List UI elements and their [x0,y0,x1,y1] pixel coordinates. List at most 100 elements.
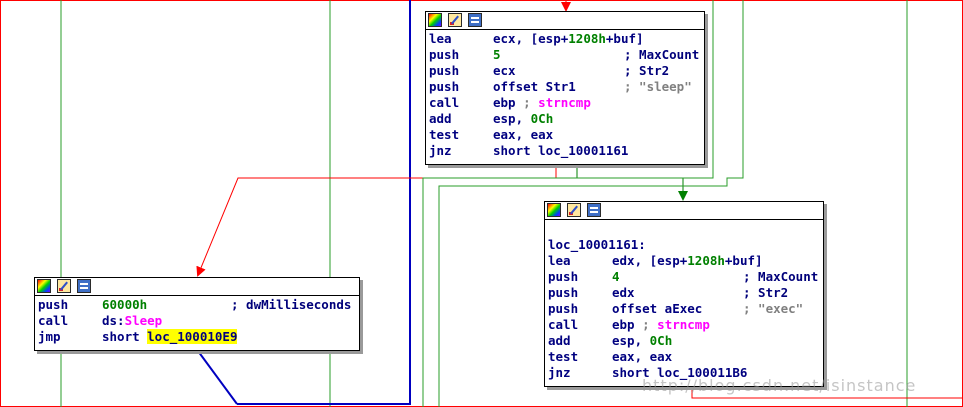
edge-blue-from-sleep [197,350,238,405]
block-code: push 60000h ; dwMilliseconds call ds:Sleep jm… [35,296,359,345]
mnemonic: push [548,285,579,300]
operand-token: short [102,329,148,344]
instruction-line[interactable]: jmp short loc_100010E9 [38,329,359,345]
instruction-line[interactable]: push 60000h ; dwMilliseconds [38,297,359,313]
mnemonic: push [548,301,579,316]
instruction-line[interactable]: test eax, eax [548,349,823,365]
block-compare-sleep[interactable]: lea ecx, [esp+1208h+buf] push 5; MaxCount pu… [425,11,705,165]
operand-token: ebp [612,317,643,332]
code-view-icon[interactable] [468,13,482,27]
operand-token[interactable]: strncmp [657,317,710,332]
operand-token: ds: [102,313,125,328]
operand-token: edx, [esp+ [612,253,688,268]
operand-token: 1208h [568,31,606,46]
operand-token: 0Ch [530,111,554,126]
operand: ecx [493,63,516,79]
instruction-line[interactable]: push offset aExec ; "exec" [548,301,823,317]
operand: 60000h [102,297,147,313]
operand-token: ; [523,95,539,110]
operand: offset Str1 [493,79,576,95]
operand-token: short loc_10001161 [493,143,629,158]
watermark: http://blog.csdn.net/isinstance [642,376,917,395]
mnemonic: push [429,79,460,94]
block-compare-exec[interactable]: loc_10001161: lea edx, [esp+1208h+buf] push… [544,201,824,387]
block-titlebar [545,202,823,220]
operand: esp, 0Ch [612,333,672,349]
instruction-line[interactable]: push offset Str1 ; "sleep" [429,79,704,95]
mnemonic: lea [429,31,452,46]
operand-token: +buf] [724,253,763,268]
block-sleep-call[interactable]: push 60000h ; dwMilliseconds call ds:Sleep jm… [34,277,360,351]
comment: ; dwMilliseconds [231,297,352,312]
edit-icon[interactable] [567,203,581,217]
block-titlebar [35,278,359,296]
mnemonic: call [429,95,460,110]
operand: edx, [esp+1208h+buf] [612,253,763,269]
operand-token[interactable]: strncmp [538,95,591,110]
instruction-line[interactable]: loc_10001161: [548,237,823,253]
mnemonic: push [38,297,69,312]
operand-token: 4 [612,269,620,284]
instruction-line[interactable]: push ecx ; Str2 [429,63,704,79]
operand: 5 [493,47,501,63]
block-titlebar [426,12,704,30]
instruction-line[interactable]: lea ecx, [esp+1208h+buf] [429,31,704,47]
instruction-line[interactable]: push 4 ; MaxCount [548,269,823,285]
operand: short loc_100010E9 [102,329,238,345]
mnemonic: add [548,333,571,348]
operand-token: esp, [493,111,531,126]
mnemonic: push [429,63,460,78]
instruction-line[interactable]: test eax, eax [429,127,704,143]
instruction-line[interactable] [548,221,823,237]
operand-token: 60000h [102,297,148,312]
instruction-line[interactable]: push edx ; Str2 [548,285,823,301]
instruction-line[interactable]: call ebp ; strncmp [429,95,704,111]
comment: ; "sleep" [624,79,692,94]
operand-token: +buf] [605,31,644,46]
mnemonic: test [548,349,579,364]
instruction-line[interactable]: jnz short loc_10001161 [429,143,704,159]
edge-true-to-exec [576,167,688,201]
edit-icon[interactable] [57,279,71,293]
operand: ebp ; strncmp [612,317,710,333]
comment: ; MaxCount [624,47,700,62]
edit-icon[interactable] [448,13,462,27]
edge-false-to-sleep [196,167,557,277]
operand-token: ecx, [esp+ [493,31,569,46]
operand: ebp ; strncmp [493,95,591,111]
operand-token[interactable]: loc_100010E9 [147,329,238,344]
operand-token: edx [612,285,635,300]
instruction-line[interactable]: call ds:Sleep [38,313,359,329]
operand-token[interactable]: Sleep [125,313,163,328]
operand-token: ebp [493,95,524,110]
instruction-line[interactable]: call ebp ; strncmp [548,317,823,333]
code-view-icon[interactable] [77,279,91,293]
operand-token: eax, eax [493,127,554,142]
operand-token: 5 [493,47,501,62]
code-view-icon[interactable] [587,203,601,217]
operand-token: eax, eax [612,349,673,364]
instruction-line[interactable]: add esp, 0Ch [548,333,823,349]
graph-colors-icon[interactable] [37,279,51,293]
operand: esp, 0Ch [493,111,553,127]
operand: eax, eax [493,127,553,143]
mnemonic: push [548,269,579,284]
operand: ecx, [esp+1208h+buf] [493,31,644,47]
mnemonic: lea [548,253,571,268]
graph-colors-icon[interactable] [547,203,561,217]
mnemonic: jnz [429,143,452,158]
comment: ; Str2 [743,285,789,300]
mnemonic: loc_10001161: [548,237,646,252]
operand-token: esp, [612,333,650,348]
graph-colors-icon[interactable] [428,13,442,27]
mnemonic: add [429,111,452,126]
operand-token: offset Str1 [493,79,576,94]
instruction-line[interactable]: push 5 ; MaxCount [429,47,704,63]
mnemonic: jmp [38,329,61,344]
mnemonic: jnz [548,365,571,380]
operand-token: ; [642,317,658,332]
mnemonic: test [429,127,460,142]
instruction-line[interactable]: lea edx, [esp+1208h+buf] [548,253,823,269]
instruction-line[interactable]: add esp, 0Ch [429,111,704,127]
comment: ; Str2 [624,63,670,78]
